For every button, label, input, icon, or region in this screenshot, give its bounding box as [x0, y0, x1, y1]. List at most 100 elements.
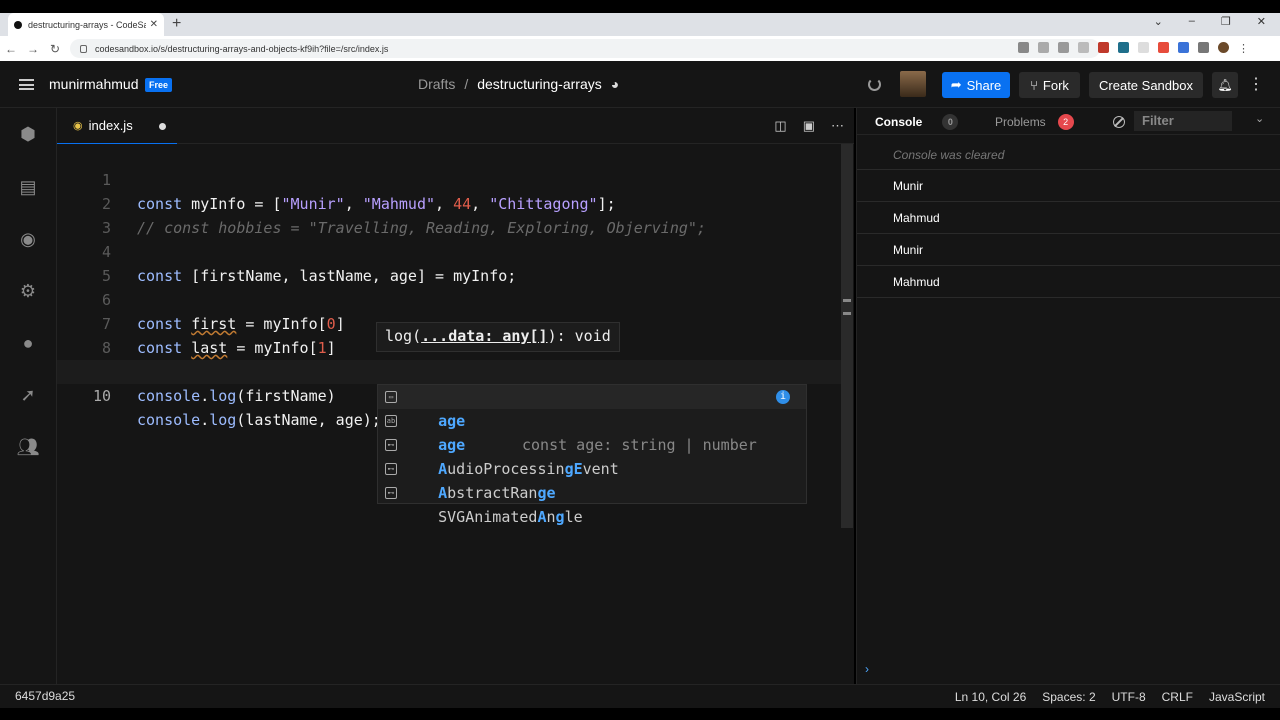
avatar[interactable] — [900, 71, 926, 97]
autocomplete-item[interactable]: ▭ age const age: string | number i — [378, 385, 806, 454]
tab-problems-label: Problems — [995, 115, 1046, 129]
editor-scrollbar[interactable] — [841, 144, 853, 528]
tab-problems[interactable]: Problems 2 — [995, 114, 1074, 130]
autocomplete-item[interactable]: ⊷ SVGAnimatedAngle — [378, 481, 806, 526]
console-entry: Mahmud — [857, 266, 1280, 298]
browser-tab[interactable]: destructuring-arrays - CodeSand ✕ — [8, 13, 164, 36]
breadcrumb-drafts[interactable]: Drafts — [418, 76, 455, 92]
file-explorer-icon[interactable]: ▤ — [18, 177, 38, 197]
tab-console[interactable]: Console 0 — [875, 114, 959, 130]
interface-kind-icon: ⊷ — [385, 463, 397, 475]
editor-more-icon[interactable]: ⋯ — [831, 118, 844, 134]
forward-icon[interactable]: → — [22, 42, 44, 56]
info-icon[interactable]: i — [776, 390, 790, 404]
preview-icon[interactable]: ▣ — [803, 118, 815, 134]
tab-search-icon[interactable]: ⌄ — [1154, 15, 1163, 28]
cursor-position[interactable]: Ln 10, Col 26 — [955, 690, 1026, 704]
back-icon[interactable]: ← — [0, 42, 22, 56]
code-line: 2 // const hobbies = "Travelling, Readin… — [57, 168, 842, 237]
refresh-icon[interactable] — [868, 78, 881, 91]
indentation[interactable]: Spaces: 2 — [1042, 690, 1095, 704]
extension-translate-icon[interactable] — [1178, 42, 1189, 53]
tab-label: index.js — [88, 118, 133, 133]
deploy-rocket-icon[interactable]: ➚ — [18, 385, 38, 405]
tab-index-js[interactable]: ◉ index.js — [57, 108, 177, 144]
extension-blue-icon[interactable] — [1118, 42, 1129, 53]
encoding[interactable]: UTF-8 — [1112, 690, 1146, 704]
extension-abp-icon[interactable] — [1158, 42, 1169, 53]
gear-icon[interactable]: ⚙ — [18, 281, 38, 301]
zoom-icon[interactable] — [1038, 42, 1049, 53]
project-name[interactable]: destructuring-arrays — [477, 76, 602, 92]
restore-icon[interactable]: ❐ — [1221, 15, 1231, 28]
share-button[interactable]: ➦ Share — [942, 72, 1010, 98]
live-users-icon[interactable]: 👥︎ — [17, 437, 40, 457]
browser-toolbar: ← → ↻ codesandbox.io/s/destructuring-arr… — [0, 36, 1280, 61]
extension-white-icon[interactable] — [1138, 42, 1149, 53]
filter-input[interactable]: Filter — [1134, 111, 1232, 131]
url-text: codesandbox.io/s/destructuring-arrays-an… — [95, 43, 389, 54]
breadcrumb: Drafts / destructuring-arrays ◕ — [418, 76, 619, 92]
code-line: 1 const myInfo = ["Munir", "Mahmud", 44,… — [57, 144, 842, 213]
status-bar: 6457d9a25 Ln 10, Col 26 Spaces: 2 UTF-8 … — [0, 684, 1280, 708]
create-sandbox-button[interactable]: Create Sandbox — [1089, 72, 1203, 98]
parameter-hint-tooltip: log(...data: any[]): void — [376, 322, 620, 352]
close-window-icon[interactable]: ✕ — [1257, 15, 1266, 28]
extension-icons: ⋮ — [1018, 42, 1249, 55]
lock-icon — [80, 44, 87, 53]
more-options-icon[interactable]: ⋮ — [1248, 74, 1264, 94]
cube-info-icon[interactable]: ⬢ — [18, 124, 38, 144]
interface-kind-icon: ⊷ — [385, 439, 397, 451]
console-output: Console was cleared Munir Mahmud Munir M… — [857, 141, 1280, 298]
fork-icon: ⑂ — [1030, 77, 1038, 93]
suggestion-match: A — [537, 508, 547, 526]
autocomplete-item[interactable]: ⊷ AbstractRange — [378, 457, 806, 502]
suggestion-text: le — [564, 508, 583, 526]
new-tab-icon[interactable]: + — [172, 15, 181, 33]
tab-console-label: Console — [875, 115, 923, 129]
minimize-icon[interactable]: – — [1189, 15, 1195, 28]
browser-tab-strip: destructuring-arrays - CodeSand ✕ + ⌄ – … — [0, 13, 1280, 36]
share-page-icon[interactable] — [1058, 42, 1069, 53]
split-editor-icon[interactable]: ◫ — [774, 118, 786, 134]
language-mode[interactable]: JavaScript — [1209, 690, 1265, 704]
code-line-active: 10 console.log(lastName, age); — [57, 360, 842, 429]
unsaved-dot-icon[interactable] — [159, 123, 166, 130]
status-right: Ln 10, Col 26 Spaces: 2 UTF-8 CRLF JavaS… — [955, 690, 1265, 704]
interface-kind-icon: ⊷ — [385, 487, 397, 499]
browser-menu-icon[interactable]: ⋮ — [1238, 42, 1249, 55]
code-line: 6 const first = myInfo[0] — [57, 264, 842, 333]
notifications-bell-icon[interactable]: 🔔︎ — [1212, 72, 1238, 98]
fork-button[interactable]: ⑂ Fork — [1019, 72, 1080, 98]
menu-icon[interactable] — [19, 79, 34, 90]
scrollbar-thumb-marker[interactable] — [843, 299, 851, 315]
console-entry: Munir — [857, 234, 1280, 266]
code-line: 4 const [firstName, lastName, age] = myI… — [57, 216, 842, 285]
reload-icon[interactable]: ↻ — [44, 42, 66, 56]
address-bar[interactable]: codesandbox.io/s/destructuring-arrays-an… — [70, 39, 1100, 58]
line-number: 10 — [92, 387, 111, 405]
extension-red-icon[interactable] — [1098, 42, 1109, 53]
code-line: 7 const last = myInfo[1] — [57, 288, 842, 357]
browser-tab-title: destructuring-arrays - CodeSand — [28, 19, 146, 30]
line-ending[interactable]: CRLF — [1162, 690, 1193, 704]
console-prompt-icon[interactable]: › — [865, 662, 869, 676]
autocomplete-item[interactable]: ab age — [378, 409, 806, 454]
clear-console-icon[interactable] — [1113, 116, 1125, 128]
editor-tab-bar: ◉ index.js ◫ ▣ ⋯ — [57, 108, 854, 144]
chevron-down-icon[interactable]: ⌄ — [1255, 112, 1264, 125]
autocomplete-item[interactable]: ⊷ AudioProcessingEvent — [378, 433, 806, 478]
console-count-badge: 0 — [942, 114, 959, 130]
bookmark-star-icon[interactable] — [1078, 42, 1089, 53]
text-kind-icon: ab — [385, 415, 397, 427]
search-icon[interactable]: ◉ — [18, 229, 38, 249]
fork-label: Fork — [1042, 77, 1069, 93]
install-icon[interactable] — [1018, 42, 1029, 53]
extensions-puzzle-icon[interactable] — [1198, 42, 1209, 53]
github-icon[interactable]: ● — [18, 333, 38, 353]
commit-hash: 6457d9a25 — [15, 689, 76, 703]
code-line: 5 — [57, 240, 842, 285]
close-tab-icon[interactable]: ✕ — [150, 19, 158, 30]
username[interactable]: munirmahmud — [49, 76, 138, 92]
profile-avatar-icon[interactable] — [1218, 42, 1229, 53]
